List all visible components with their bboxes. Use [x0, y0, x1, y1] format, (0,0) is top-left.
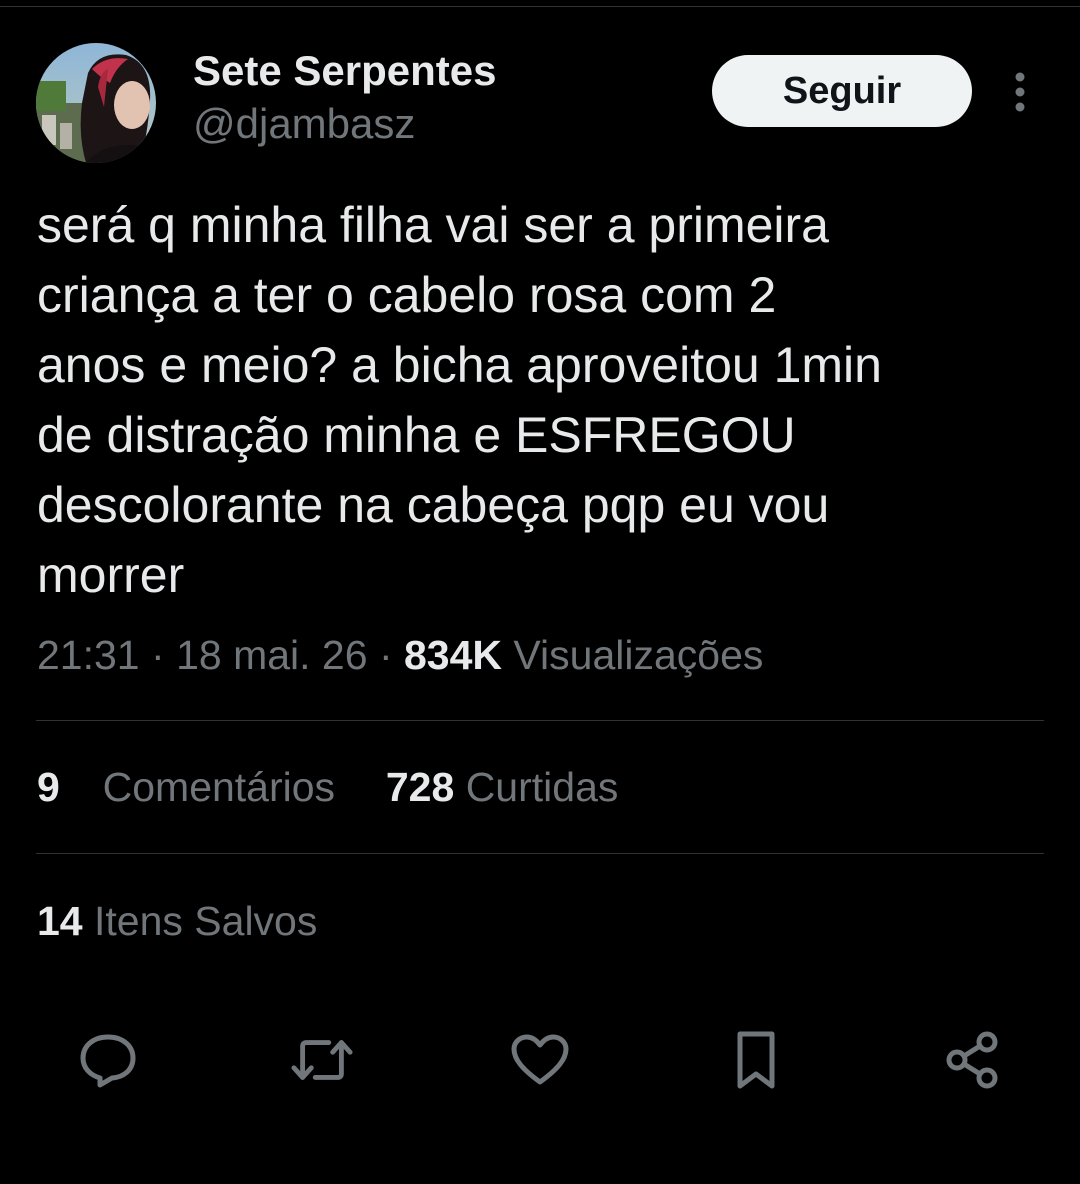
tweet-text-line: será q minha filha vai ser a primeira — [37, 197, 829, 253]
user-handle[interactable]: @djambasz — [193, 100, 415, 148]
comments-stat[interactable]: 9 Comentários — [37, 764, 346, 810]
likes-stat[interactable]: 728 Curtidas — [386, 764, 619, 810]
tweet-text-line: anos e meio? a bicha aproveitou 1min — [37, 337, 882, 393]
follow-button[interactable]: Seguir — [712, 55, 972, 127]
retweet-button[interactable] — [290, 1028, 354, 1092]
divider — [36, 853, 1044, 854]
saves-label: Itens Salvos — [94, 898, 318, 944]
tweet-text-line: morrer — [37, 547, 185, 603]
stats-row: 9 Comentários 728 Curtidas — [37, 764, 618, 811]
avatar[interactable] — [36, 43, 156, 163]
tweet-date[interactable]: 18 mai. 26 — [176, 632, 367, 678]
heart-icon — [511, 1034, 569, 1085]
divider — [36, 720, 1044, 721]
share-button[interactable] — [940, 1028, 1004, 1092]
tweet-text-line: criança a ter o cabelo rosa com 2 — [37, 267, 777, 323]
likes-label: Curtidas — [465, 764, 619, 810]
more-vertical-icon — [1015, 72, 1025, 112]
likes-count: 728 — [385, 764, 455, 810]
share-icon — [946, 1031, 998, 1089]
meta-separator: · — [151, 632, 165, 678]
like-button[interactable] — [508, 1028, 572, 1092]
views-count: 834K — [404, 632, 503, 678]
comments-count: 9 — [37, 764, 60, 810]
display-name[interactable]: Sete Serpentes — [193, 47, 496, 95]
reply-button[interactable] — [76, 1028, 140, 1092]
retweet-icon — [291, 1040, 353, 1080]
more-options-button[interactable] — [1000, 70, 1040, 114]
comments-label: Comentários — [102, 764, 336, 810]
tweet-text-line: descolorante na cabeça pqp eu vou — [37, 477, 830, 533]
tweet-text-line: de distração minha e ESFREGOU — [37, 407, 796, 463]
tweet-text: será q minha filha vai ser a primeira cr… — [37, 190, 997, 610]
tweet-time[interactable]: 21:31 — [37, 632, 140, 678]
views-label: Visualizações — [513, 632, 764, 678]
saves-stat[interactable]: 14 Itens Salvos — [37, 898, 317, 945]
meta-separator: · — [378, 632, 393, 678]
top-divider — [0, 6, 1080, 7]
tweet-meta: 21:31 · 18 mai. 26 · 834K Visualizações — [37, 632, 763, 679]
bookmark-icon — [737, 1031, 775, 1089]
bookmark-button[interactable] — [724, 1028, 788, 1092]
reply-icon — [80, 1034, 136, 1088]
saves-count: 14 — [37, 898, 83, 944]
